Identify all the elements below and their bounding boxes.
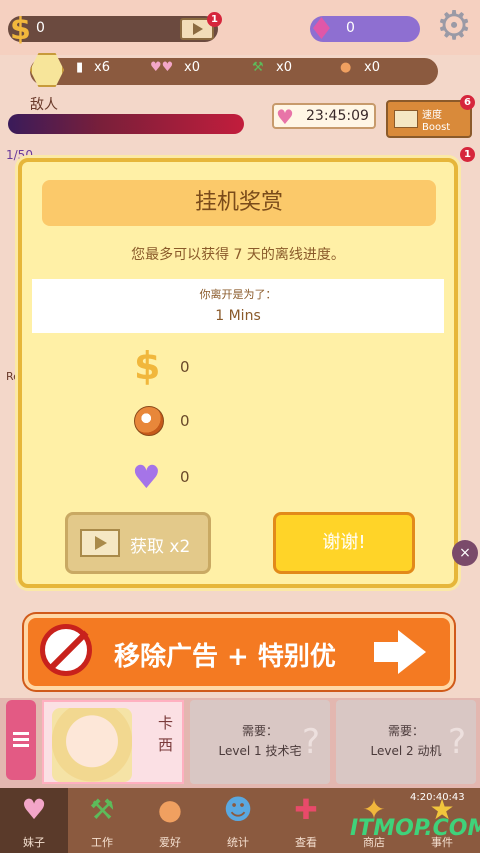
away-value: 1 Mins [215,308,261,324]
locked-slot-1[interactable]: ? 需要： Level 1 技术宅 [190,700,330,784]
reward-coins-value: 0 [180,358,190,376]
coin-value: 0 [36,20,45,36]
nav-label: 妹子 [23,836,45,849]
thanks-button[interactable]: 谢谢! [273,512,415,574]
nav-view[interactable]: ✚ 查看 [272,788,340,853]
speed-boost-button[interactable]: 速度 Boost [386,100,472,138]
nav-label: 爱好 [159,836,181,849]
slot-need-label: 需要： [387,724,424,738]
timer: ♥ 23:45:09 [272,103,376,129]
modal-title: 挂机奖赏 [42,180,436,226]
nav-label: 工作 [91,836,113,849]
nav-stats[interactable]: ☻ 统计 [204,788,272,853]
no-ads-icon [40,624,92,676]
soccer-ball-icon [134,406,164,436]
character-card[interactable]: 卡西 [42,700,184,784]
reward-row-coins: $ 0 [132,344,332,388]
reward-hearts-value: 0 [180,468,190,486]
nav-label: 统计 [227,836,249,849]
enemy-progress-bar [8,114,244,134]
modal-subtitle: 您最多可以获得 7 天的离线进度。 [131,247,345,263]
character-name: 卡西 [158,714,174,754]
close-icon[interactable]: × [452,540,478,566]
gem-value: 0 [346,20,355,36]
person-icon: ☻ [223,793,253,826]
ball-icon: ● [340,60,352,75]
nav-hobby[interactable]: ● 爱好 [136,788,204,853]
menu-icon [13,732,29,735]
remove-ads-label: 移除广告 + 特别优 [114,642,336,672]
coin-icon: $ [10,12,31,47]
shovel-count: x0 [276,60,292,75]
slot-need-label: 需要： [241,724,278,738]
locked-slot-2[interactable]: ? 需要： Level 2 动机 [336,700,476,784]
bottle-count: x6 [94,60,110,75]
double-reward-button[interactable]: 获取 x2 [65,512,211,574]
hearts-icon: ♥ [21,793,47,826]
reward-row-balls: 0 [132,404,332,440]
settings-gear-icon[interactable]: ⚙ [434,4,474,48]
hearts-count: x0 [184,60,200,75]
boost-label: 速度 [422,110,442,121]
timer-value: 23:45:09 [306,108,369,124]
bottle-icon: ▮ [76,60,84,75]
resource-strip: ▮ x6 ♥♥ x0 ⚒ x0 ● x0 [30,58,438,85]
event-timer: 4:20:40:43 [410,792,465,803]
video-badge: 1 [207,12,222,27]
ball-count: x0 [364,60,380,75]
menu-button[interactable] [6,700,36,780]
gem-icon: ♦ [308,12,335,47]
coin-icon: $ [134,344,161,388]
reward-row-hearts: ♥ 0 [132,458,332,496]
plus-icon: ✚ [294,793,318,826]
boost-badge: 6 [460,95,475,110]
nav-girls[interactable]: ♥ 妹子 [0,788,68,853]
shovel-icon: ⚒ [252,60,264,75]
double-reward-label: 获取 x2 [130,537,191,557]
enemy-label: 敌人 [30,97,58,113]
shovel-icon: ⚒ [89,793,115,826]
purple-heart-icon: ♥ [132,458,161,496]
heart-icon: ♥ [276,105,294,129]
arrow-right-icon [374,642,400,662]
away-label: 你离开是为了： [199,288,277,301]
boost-sublabel: Boost [422,122,451,133]
watermark-logo: ITMOP.COM [350,816,480,841]
nav-work[interactable]: ⚒ 工作 [68,788,136,853]
hearts-icon: ♥♥ [150,60,174,75]
video-icon [80,529,120,557]
slot-level-label: Level 1 技术宅 [218,744,302,758]
video-icon [394,110,418,128]
slot-level-label: Level 2 动机 [370,744,442,758]
ball-icon: ● [157,793,183,826]
gem-counter: ♦ 0 [308,12,420,47]
character-avatar [52,708,132,782]
side-badge: 1 [460,147,475,162]
nav-label: 查看 [295,836,317,849]
reward-balls-value: 0 [180,412,190,430]
remove-ads-button[interactable]: 移除广告 + 特别优 [24,614,454,690]
play-icon [193,23,203,35]
